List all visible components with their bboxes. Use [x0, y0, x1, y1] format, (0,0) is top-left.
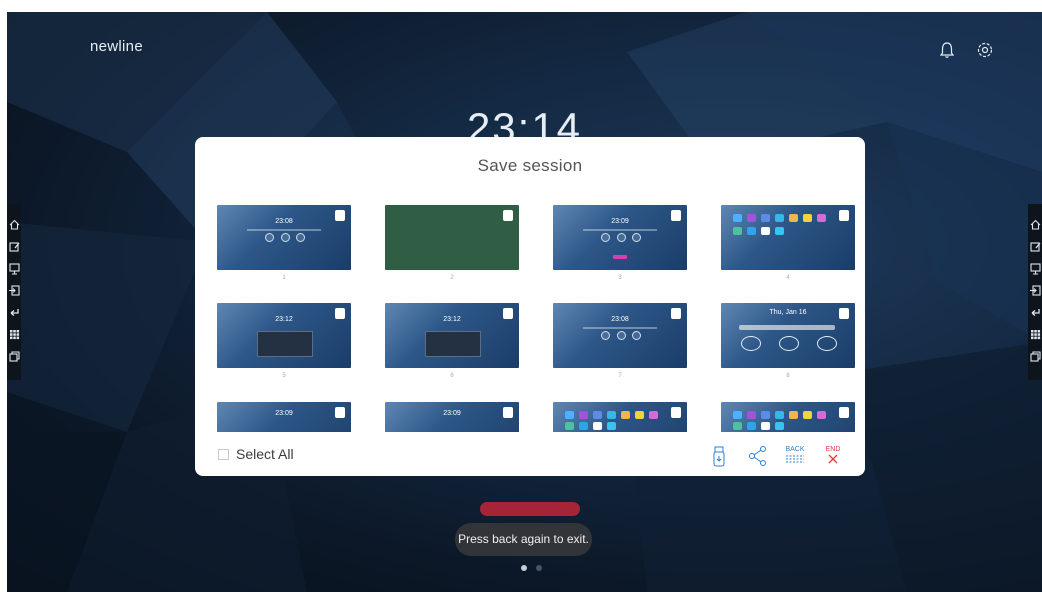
- save-session-dialog: Save session 23:08 1 2 23:09 3 4 23:12 5…: [195, 137, 865, 476]
- back-arrow-icon[interactable]: [8, 306, 21, 319]
- back-button[interactable]: BACK: [782, 446, 808, 465]
- session-thumbnail[interactable]: [553, 402, 687, 432]
- input-icon[interactable]: [1029, 284, 1042, 297]
- usb-drive-icon[interactable]: [713, 446, 725, 468]
- thumbnail-app-row: [733, 214, 838, 224]
- thumbnail-icons: [601, 331, 641, 340]
- thumbnail-time: 23:09: [611, 218, 629, 225]
- close-icon: [828, 454, 838, 464]
- back-icon: [786, 455, 804, 463]
- thumbnail-number: 5: [282, 373, 286, 379]
- thumbnail-highlight: [613, 255, 627, 259]
- presentation-icon[interactable]: [8, 262, 21, 275]
- back-label: BACK: [785, 446, 805, 453]
- thumbnail-search-bar: [247, 229, 321, 231]
- thumbnail-panel: [257, 331, 313, 357]
- session-thumbnail[interactable]: [721, 205, 855, 270]
- thumbnail-number: 7: [618, 373, 622, 379]
- window-icon[interactable]: [1029, 350, 1042, 363]
- desktop-background: newline 23:14 Save session 23:08 1 2 23:…: [7, 12, 1042, 592]
- thumbnail-app-row: [733, 411, 838, 421]
- session-thumbnail[interactable]: 23:12: [385, 303, 519, 368]
- session-thumbnail[interactable]: [721, 402, 855, 432]
- thumbnail-number: 6: [450, 373, 454, 379]
- thumbnail-checkbox[interactable]: [839, 407, 849, 418]
- thumbnail-app-row: [565, 411, 670, 421]
- input-icon[interactable]: [8, 284, 21, 297]
- share-icon[interactable]: [748, 446, 768, 466]
- session-thumbnail[interactable]: 23:09: [553, 205, 687, 270]
- edit-icon[interactable]: [8, 240, 21, 253]
- window-icon[interactable]: [8, 350, 21, 363]
- thumbnail-time: 23:08: [611, 316, 629, 323]
- session-thumbnail[interactable]: 23:08: [217, 205, 351, 270]
- end-label: END: [825, 446, 841, 453]
- session-thumbnail[interactable]: 23:12: [217, 303, 351, 368]
- session-thumbnail[interactable]: 23:09: [217, 402, 351, 432]
- thumbnail-checkbox[interactable]: [335, 210, 345, 221]
- thumbnail-number: 3: [618, 275, 622, 281]
- dock-pill: [480, 502, 580, 516]
- thumbnail-icons: [265, 233, 305, 242]
- thumbnail-icon: [779, 336, 799, 351]
- back-arrow-icon[interactable]: [1029, 306, 1042, 319]
- apps-grid-icon[interactable]: [1029, 328, 1042, 341]
- page-dot[interactable]: [536, 565, 542, 571]
- session-thumbnail[interactable]: 23:08: [553, 303, 687, 368]
- thumbnail-number: 2: [450, 275, 454, 281]
- left-toolbar: [7, 204, 21, 380]
- thumbnail-time: 23:08: [275, 218, 293, 225]
- thumbnail-number: 8: [786, 373, 790, 379]
- thumbnail-icon: [817, 336, 837, 351]
- thumbnail-search-bar: [583, 327, 657, 329]
- thumbnail-panel: [425, 331, 481, 357]
- select-all-checkbox[interactable]: [218, 448, 229, 460]
- thumbnail-checkbox[interactable]: [503, 308, 513, 319]
- home-icon[interactable]: [8, 218, 21, 231]
- page-indicator: [521, 565, 542, 571]
- thumbnail-icon: [741, 336, 761, 351]
- session-thumbnail[interactable]: [385, 205, 519, 270]
- presentation-icon[interactable]: [1029, 262, 1042, 275]
- thumbnail-time: Thu, Jan 16: [769, 309, 807, 316]
- thumbnail-search-bar: [739, 325, 835, 330]
- thumbnail-checkbox[interactable]: [671, 407, 681, 418]
- thumbnail-app-row: [565, 422, 670, 432]
- select-all-label: Select All: [236, 446, 294, 462]
- thumbnail-checkbox[interactable]: [335, 308, 345, 319]
- gear-icon[interactable]: [976, 41, 994, 59]
- thumbnail-checkbox[interactable]: [671, 308, 681, 319]
- thumbnail-time: 23:09: [443, 410, 461, 417]
- thumbnail-number: 1: [282, 275, 286, 281]
- select-all-control[interactable]: Select All: [218, 446, 294, 462]
- thumbnail-checkbox[interactable]: [335, 407, 345, 418]
- edit-icon[interactable]: [1029, 240, 1042, 253]
- home-icon[interactable]: [1029, 218, 1042, 231]
- brand-logo: newline: [90, 38, 143, 55]
- dialog-title: Save session: [477, 156, 583, 175]
- session-thumbnail[interactable]: 23:09: [385, 402, 519, 432]
- thumbnail-search-bar: [583, 229, 657, 231]
- thumbnail-app-row: [733, 227, 838, 237]
- thumbnail-checkbox[interactable]: [503, 210, 513, 221]
- session-thumbnail[interactable]: Thu, Jan 16: [721, 303, 855, 368]
- thumbnail-checkbox[interactable]: [839, 308, 849, 319]
- thumbnail-time: 23:12: [443, 316, 461, 323]
- thumbnail-time: 23:09: [275, 410, 293, 417]
- thumbnail-app-row: [733, 422, 838, 432]
- thumbnail-checkbox[interactable]: [839, 210, 849, 221]
- session-thumbnail-grid: 23:08 1 2 23:09 3 4 23:12 5 23:12 6 23:0…: [217, 205, 857, 432]
- end-button[interactable]: END: [823, 446, 843, 467]
- page-dot-active[interactable]: [521, 565, 527, 571]
- right-toolbar: [1028, 204, 1042, 380]
- bell-icon[interactable]: [938, 41, 956, 59]
- apps-grid-icon[interactable]: [8, 328, 21, 341]
- thumbnail-time: 23:12: [275, 316, 293, 323]
- toast-message: Press back again to exit.: [455, 523, 592, 556]
- thumbnail-checkbox[interactable]: [671, 210, 681, 221]
- thumbnail-number: 4: [786, 275, 790, 281]
- thumbnail-checkbox[interactable]: [503, 407, 513, 418]
- thumbnail-icons: [601, 233, 641, 242]
